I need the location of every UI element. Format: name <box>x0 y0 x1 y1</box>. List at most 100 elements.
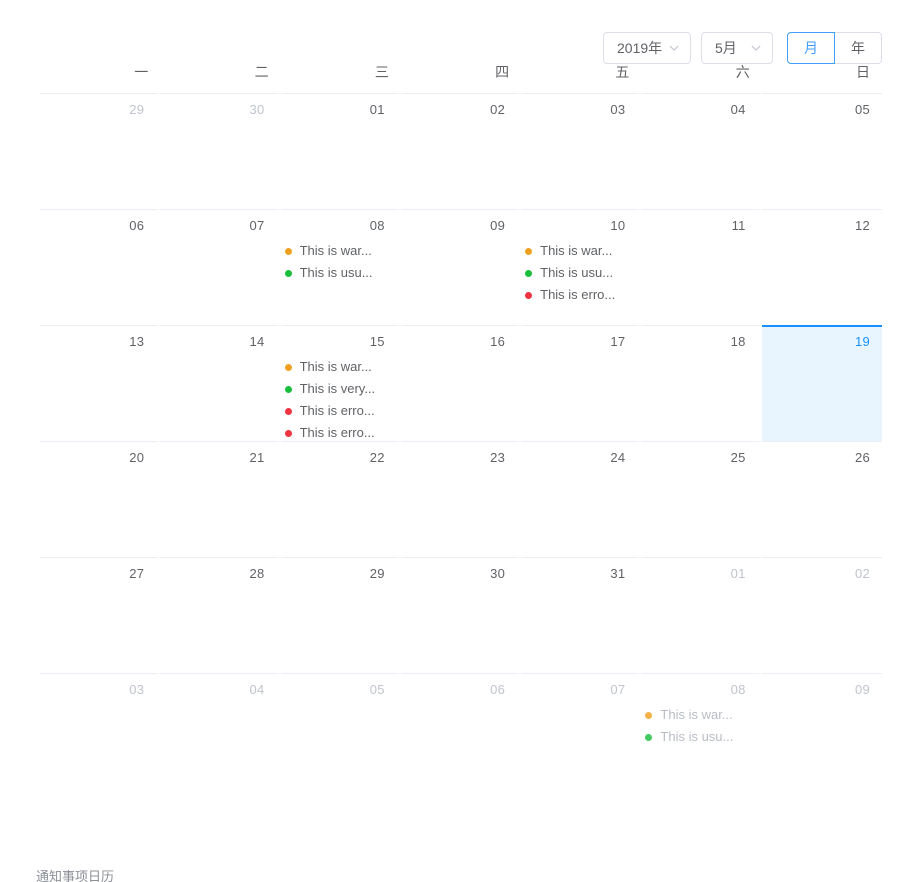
calendar-day-content: 13 <box>40 326 156 441</box>
calendar-day-cell[interactable]: 26 <box>761 441 882 557</box>
calendar-day-cell[interactable]: 02 <box>761 557 882 673</box>
calendar-day-cell[interactable]: 01 <box>280 93 401 209</box>
calendar-day-number: 30 <box>249 102 265 117</box>
calendar-toolbar-controls: 2019年 5月 月 年 <box>603 32 882 64</box>
calendar-day-cell[interactable]: 25 <box>641 441 762 557</box>
calendar-day-content: 27 <box>40 558 156 673</box>
calendar-day-number: 31 <box>610 566 626 581</box>
calendar-day-cell[interactable]: 08 This is war... This is usu... <box>641 673 762 789</box>
calendar-day-cell[interactable]: 17 <box>521 325 642 441</box>
calendar-event-item[interactable]: This is erro... <box>281 400 385 422</box>
calendar-day-number: 11 <box>731 218 746 233</box>
calendar-day-cell[interactable]: 18 <box>641 325 762 441</box>
calendar-day-cell[interactable]: 14 <box>160 325 281 441</box>
calendar-day-content: 22 <box>281 442 397 557</box>
calendar-day-cell[interactable]: 03 <box>521 93 642 209</box>
calendar-day-cell[interactable]: 30 <box>400 557 522 673</box>
calendar-day-cell[interactable]: 09 <box>761 673 882 789</box>
calendar-event-item[interactable]: This is war... <box>281 356 385 378</box>
month-select-value: 5月 <box>715 40 737 56</box>
event-status-dot-warning <box>284 247 292 255</box>
calendar-day-cell[interactable]: 04 <box>160 673 281 789</box>
calendar-day-number: 02 <box>490 102 506 117</box>
calendar-event-text: This is erro... <box>540 287 616 302</box>
calendar-day-cell[interactable]: 22 <box>280 441 401 557</box>
weekday-tue: 二 <box>254 64 269 80</box>
calendar-day-cell[interactable]: 05 <box>280 673 401 789</box>
view-toggle-month[interactable]: 月 <box>787 32 835 64</box>
calendar-day-cell[interactable]: 23 <box>400 441 522 557</box>
calendar-day-cell[interactable]: 01 <box>641 557 762 673</box>
calendar-day-number: 21 <box>249 450 265 465</box>
calendar-week-row: 06 07 08 This is war... This is usu... 09 10 Th… <box>40 209 882 325</box>
calendar-day-content: 31 <box>521 558 637 673</box>
calendar-day-cell[interactable]: 04 <box>641 93 762 209</box>
calendar-event-item[interactable]: This is erro... <box>281 422 385 444</box>
calendar-day-cell[interactable]: 06 <box>400 673 522 789</box>
calendar-day-number: 02 <box>854 566 870 581</box>
calendar-event-text: This is war... <box>299 359 372 374</box>
calendar-day-cell[interactable]: 03 <box>40 673 161 789</box>
calendar-event-list: This is war... This is usu... This is erro… <box>521 240 625 306</box>
calendar-day-cell[interactable]: 29 <box>280 557 401 673</box>
calendar-day-content: 07 <box>521 674 637 789</box>
calendar-day-number: 03 <box>610 102 626 117</box>
calendar-day-content: 29 <box>40 94 156 209</box>
calendar-body: 29 30 01 02 03 04 05 06 07 08 This is war... This i… <box>40 93 882 789</box>
calendar-day-content: 11 <box>641 210 757 325</box>
calendar-day-content: 08 This is war... This is usu... <box>281 210 397 325</box>
calendar-day-cell[interactable]: 07 <box>160 209 281 325</box>
month-select[interactable]: 5月 <box>701 32 773 64</box>
calendar-day-content: 09 <box>401 210 517 325</box>
calendar-day-number: 04 <box>730 102 746 117</box>
calendar-event-item[interactable]: This is usu... <box>641 726 745 748</box>
calendar-day-cell[interactable]: 07 <box>521 673 642 789</box>
calendar-day-cell[interactable]: 08 This is war... This is usu... <box>280 209 401 325</box>
calendar-day-cell[interactable]: 02 <box>400 93 522 209</box>
event-status-dot-success <box>645 733 653 741</box>
calendar-event-text: This is war... <box>660 707 733 722</box>
calendar-day-cell[interactable]: 24 <box>521 441 642 557</box>
calendar-day-cell[interactable]: 12 <box>761 209 882 325</box>
calendar-day-content: 17 <box>521 326 637 441</box>
calendar-day-content: 03 <box>521 94 637 209</box>
calendar-event-item[interactable]: This is war... <box>641 704 745 726</box>
calendar-day-content: 16 <box>401 326 517 441</box>
calendar-day-cell[interactable]: 29 <box>40 93 161 209</box>
calendar-day-cell[interactable]: 20 <box>40 441 161 557</box>
calendar-day-cell[interactable]: 19 <box>761 325 882 441</box>
calendar-event-list: This is war... This is usu... <box>641 704 745 748</box>
calendar-day-cell[interactable]: 13 <box>40 325 161 441</box>
calendar-day-cell[interactable]: 10 This is war... This is usu... This is er… <box>521 209 642 325</box>
calendar-week-row: 27 28 29 30 31 01 02 <box>40 557 882 673</box>
calendar-day-cell[interactable]: 30 <box>160 93 281 209</box>
calendar-event-text: This is erro... <box>299 425 375 440</box>
calendar-event-list: This is war... This is very... This is err… <box>281 356 385 444</box>
view-toggle-group: 月 年 <box>787 32 882 64</box>
calendar-day-content: 06 <box>40 210 156 325</box>
calendar-day-cell[interactable]: 06 <box>40 209 161 325</box>
calendar-day-content: 24 <box>521 442 637 557</box>
calendar-day-cell[interactable]: 15 This is war... This is very... This is e… <box>280 325 401 444</box>
calendar-day-number: 09 <box>490 218 506 233</box>
calendar-day-number: 29 <box>129 102 145 117</box>
view-toggle-year[interactable]: 年 <box>835 32 882 64</box>
calendar-day-cell[interactable]: 05 <box>761 93 882 209</box>
calendar-day-cell[interactable]: 28 <box>160 557 281 673</box>
calendar-day-cell[interactable]: 27 <box>40 557 161 673</box>
calendar-day-cell[interactable]: 11 <box>641 209 762 325</box>
calendar-day-cell[interactable]: 09 <box>400 209 522 325</box>
calendar-day-content: 01 <box>281 94 397 209</box>
calendar-day-cell[interactable]: 16 <box>400 325 522 441</box>
calendar-day-cell[interactable]: 31 <box>521 557 642 673</box>
calendar-event-text: This is war... <box>299 243 372 258</box>
calendar-event-item[interactable]: This is war... <box>281 240 385 262</box>
calendar-event-item[interactable]: This is usu... <box>521 262 625 284</box>
calendar-event-item[interactable]: This is usu... <box>281 262 385 284</box>
calendar-event-item[interactable]: This is erro... <box>521 284 625 306</box>
calendar-event-item[interactable]: This is war... <box>521 240 625 262</box>
calendar-event-item[interactable]: This is very... <box>281 378 385 400</box>
year-select[interactable]: 2019年 <box>603 32 691 64</box>
calendar-day-cell[interactable]: 21 <box>160 441 281 557</box>
calendar-day-number: 23 <box>490 450 506 465</box>
